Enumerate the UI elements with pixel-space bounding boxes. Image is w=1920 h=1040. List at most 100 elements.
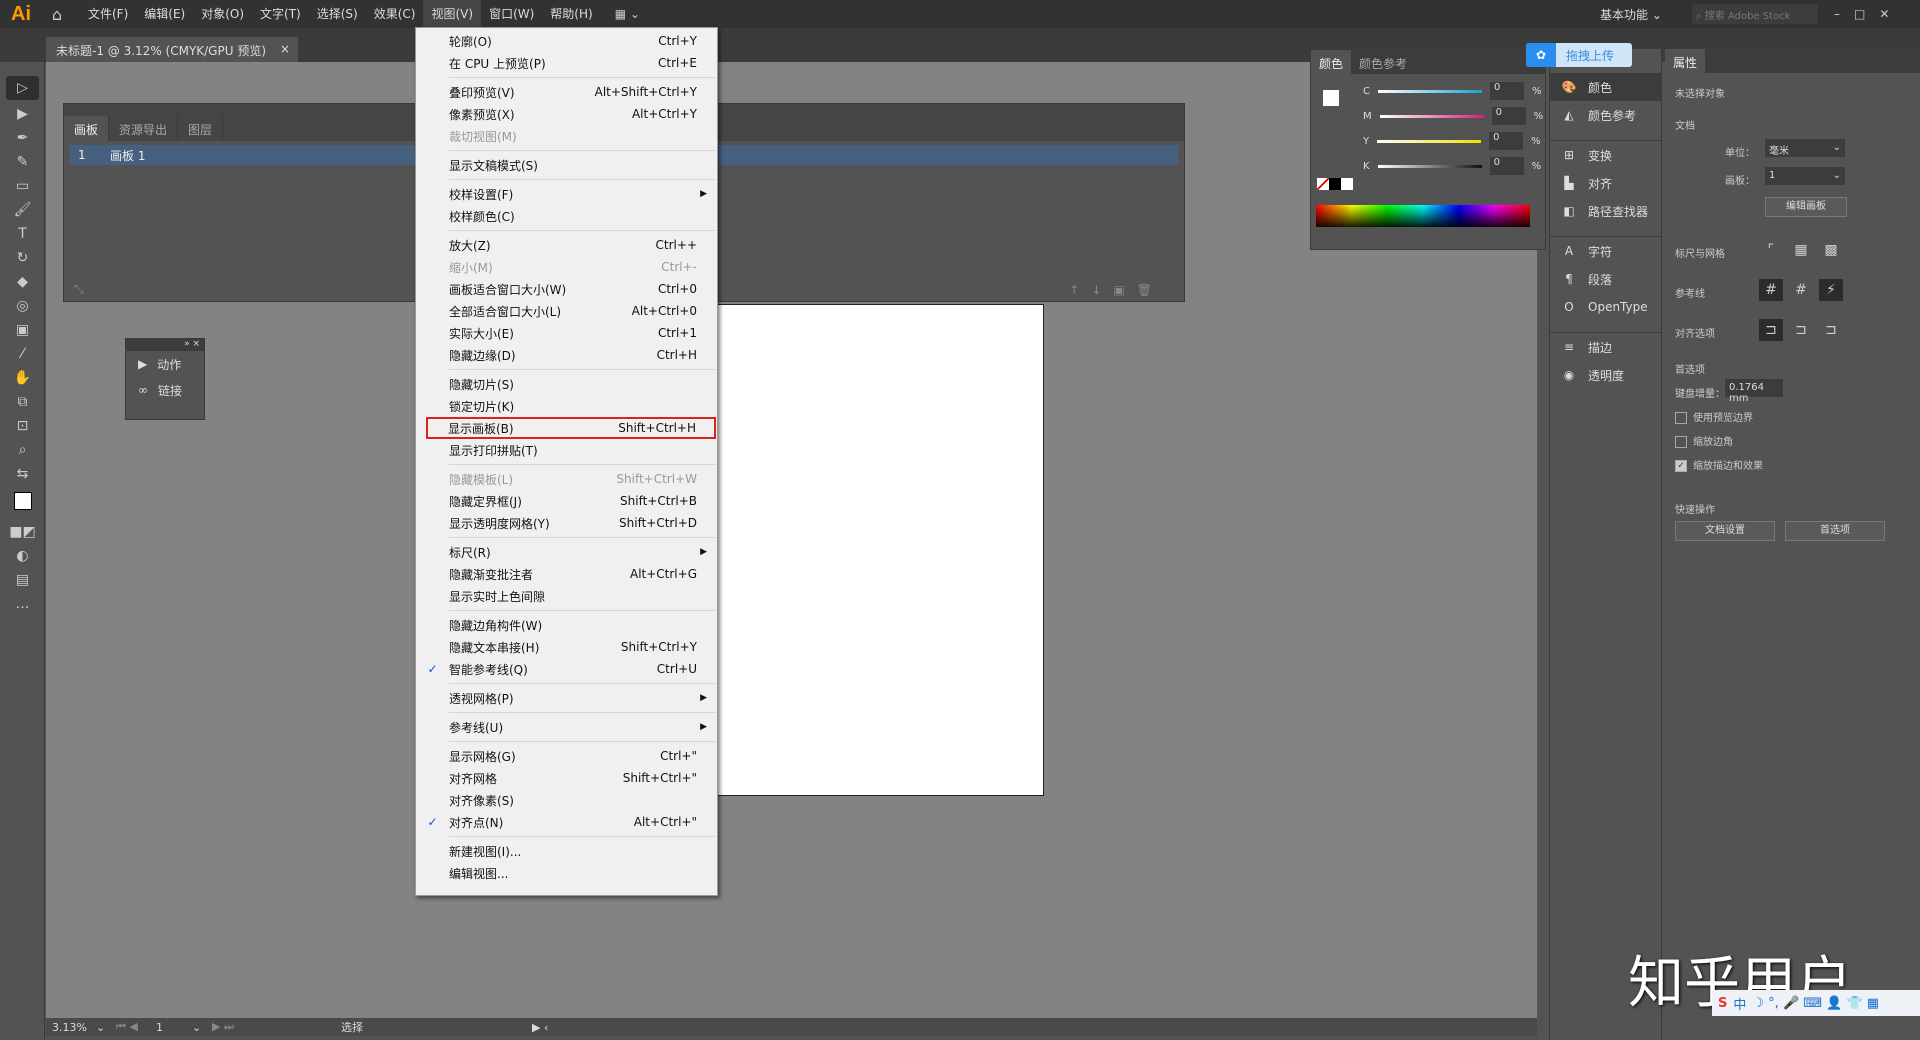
fill-stroke-swap-icon[interactable]: ⇆ xyxy=(0,462,45,486)
upload-badge[interactable]: ✿ 拖拽上传 xyxy=(1526,43,1632,67)
menu-item[interactable]: 显示画板(B) Shift+Ctrl+H xyxy=(426,417,716,439)
shape-builder-tool-icon[interactable]: ◎ xyxy=(0,294,45,318)
menu-item[interactable]: 校样设置(F) ▶ xyxy=(416,183,717,205)
menu-item[interactable]: 透视网格(P) ▶ xyxy=(416,687,717,709)
puppet-warp-tool-icon[interactable]: ✋ xyxy=(0,366,45,390)
menu-3[interactable]: 文字(T) xyxy=(252,0,309,28)
new-artboard-icon[interactable]: ▣ xyxy=(1113,283,1136,297)
menu-item[interactable]: 隐藏边角构件(W) xyxy=(416,614,717,636)
menu-item[interactable]: 显示实时上色间隙 xyxy=(416,585,717,607)
panel-palette[interactable]: 🎨 颜色 xyxy=(1550,73,1661,101)
channel-slider[interactable] xyxy=(1379,114,1484,118)
channel-value-input[interactable]: 0 xyxy=(1489,157,1524,175)
close-icon[interactable]: ✕ xyxy=(1879,7,1903,21)
artboard-nav-prev-icon[interactable]: ⏮ ◀ xyxy=(116,1020,156,1034)
lock-guides-icon[interactable]: # xyxy=(1789,279,1813,301)
snap-to-pixel-icon[interactable]: ⊐ xyxy=(1819,319,1843,341)
menu-5[interactable]: 效果(C) xyxy=(366,0,424,28)
menu-item[interactable]: 参考线(U) ▶ xyxy=(416,716,717,738)
edit-artboard-button[interactable]: 编辑画板 xyxy=(1765,197,1847,217)
menu-item[interactable]: 显示透明度网格(Y) Shift+Ctrl+D xyxy=(416,512,717,534)
menu-item[interactable]: 隐藏渐变批注者 Alt+Ctrl+G xyxy=(416,563,717,585)
menu-item[interactable]: 全部适合窗口大小(L) Alt+Ctrl+0 xyxy=(416,300,717,322)
keyboard-increment-input[interactable]: 0.1764 mm xyxy=(1725,379,1783,404)
close-tab-icon[interactable]: × xyxy=(280,42,290,56)
channel-slider[interactable] xyxy=(1377,139,1482,143)
panel-stroke[interactable]: ≡ 描边 xyxy=(1550,333,1661,361)
fill-stroke-swatch[interactable] xyxy=(1319,84,1343,110)
menu-item[interactable]: 叠印预览(V) Alt+Shift+Ctrl+Y xyxy=(416,81,717,103)
menu-item[interactable]: 隐藏定界框(J) Shift+Ctrl+B xyxy=(416,490,717,512)
menu-item[interactable]: 画板适合窗口大小(W) Ctrl+0 xyxy=(416,278,717,300)
tab-0[interactable]: 画板 xyxy=(64,116,110,141)
preferences-button[interactable]: 首选项 xyxy=(1785,521,1885,541)
selection-tool-icon[interactable]: ▷ xyxy=(6,76,39,100)
white-swatch[interactable] xyxy=(1341,178,1353,190)
checkbox-icon[interactable] xyxy=(1675,412,1687,424)
black-swatch[interactable] xyxy=(1329,178,1341,190)
menu-item[interactable]: 隐藏切片(S) xyxy=(416,373,717,395)
menu-4[interactable]: 选择(S) xyxy=(309,0,366,28)
arrange-documents-icon[interactable]: ▦ ⌄ xyxy=(615,7,640,21)
menu-1[interactable]: 编辑(E) xyxy=(136,0,193,28)
menu-item[interactable]: 校样颜色(C) xyxy=(416,205,717,227)
panel-opentype[interactable]: O OpenType xyxy=(1550,293,1661,321)
menu-item[interactable]: 像素预览(X) Alt+Ctrl+Y xyxy=(416,103,717,125)
ime-tools-icon[interactable]: ☽ °, 🎤 ⌨ 👤 👕 ▦ xyxy=(1752,996,1879,1011)
menu-item[interactable]: 新建视图(I)... xyxy=(416,840,717,862)
gradient-tool-icon[interactable]: ▣ xyxy=(0,318,45,342)
status-menu-icon[interactable]: ▶ ‹ xyxy=(532,1021,548,1034)
maximize-icon[interactable]: □ xyxy=(1854,7,1879,21)
zoom-level[interactable]: 3.13% xyxy=(46,1021,96,1034)
unit-select[interactable]: 毫米 ⌄ xyxy=(1765,139,1845,157)
rotate-tool-icon[interactable]: ↻ xyxy=(0,246,45,270)
eraser-tool-icon[interactable]: ◆ xyxy=(0,270,45,294)
menu-item[interactable]: 显示打印拼贴(T) xyxy=(416,439,717,461)
menu-8[interactable]: 帮助(H) xyxy=(542,0,600,28)
menu-item[interactable]: 显示网格(G) Ctrl+" xyxy=(416,745,717,767)
menu-item[interactable]: 隐藏边缘(D) Ctrl+H xyxy=(416,344,717,366)
tab-2[interactable]: 图层 xyxy=(178,116,224,141)
panel-transparency[interactable]: ◉ 透明度 xyxy=(1550,361,1661,389)
curvature-tool-icon[interactable]: ✎ xyxy=(0,150,45,174)
menu-item[interactable]: 隐藏文本串接(H) Shift+Ctrl+Y xyxy=(416,636,717,658)
snap-to-point-icon[interactable]: ⊐ xyxy=(1759,319,1783,341)
pen-tool-icon[interactable]: ✒ xyxy=(0,126,45,150)
type-tool-icon[interactable]: T xyxy=(0,222,45,246)
menu-item[interactable]: 显示文稿模式(S) xyxy=(416,154,717,176)
menu-2[interactable]: 对象(O) xyxy=(193,0,252,28)
eyedropper-tool-icon[interactable]: ⁄ xyxy=(0,342,45,366)
channel-value-input[interactable]: 0 xyxy=(1489,82,1524,100)
rearrange-icon[interactable]: ⤡ xyxy=(74,282,84,297)
move-up-icon[interactable]: ↑ xyxy=(1069,283,1091,297)
tab-color[interactable]: 颜色 xyxy=(1311,50,1352,74)
menu-item[interactable]: 轮廓(O) Ctrl+Y xyxy=(416,30,717,52)
document-setup-button[interactable]: 文档设置 xyxy=(1675,521,1775,541)
transparency-grid-icon[interactable]: ▩ xyxy=(1819,239,1843,261)
color-mode-icon[interactable]: ■◩ xyxy=(0,520,45,544)
menu-item[interactable]: 实际大小(E) Ctrl+1 xyxy=(416,322,717,344)
panel-align[interactable]: ▙ 对齐 xyxy=(1550,169,1661,197)
menu-item[interactable]: 锁定切片(K) xyxy=(416,395,717,417)
paintbrush-tool-icon[interactable]: 🖌 xyxy=(0,198,45,222)
menu-6[interactable]: 视图(V) xyxy=(423,0,482,28)
smart-guides-icon[interactable]: ⚡ xyxy=(1819,279,1843,301)
menu-item[interactable]: 标尺(R) ▶ xyxy=(416,541,717,563)
zoom-dropdown-icon[interactable]: ⌄ xyxy=(96,1021,116,1034)
actions-item[interactable]: ▶ 动作 xyxy=(126,351,204,377)
zoom-tool-icon[interactable]: ⌕ xyxy=(0,438,45,462)
panel-character[interactable]: A 字符 xyxy=(1550,237,1661,265)
ruler-icon[interactable]: ⌜ xyxy=(1759,239,1783,261)
screen-mode-icon[interactable]: ▤ xyxy=(0,568,45,592)
checkbox-icon[interactable] xyxy=(1675,436,1687,448)
snap-to-grid-icon[interactable]: ⊐ xyxy=(1789,319,1813,341)
menu-item[interactable]: 对齐像素(S) xyxy=(416,789,717,811)
show-guides-icon[interactable]: # xyxy=(1759,279,1783,301)
menu-item[interactable]: 放大(Z) Ctrl++ xyxy=(416,234,717,256)
tab-1[interactable]: 资源导出 xyxy=(109,116,179,141)
direct-selection-tool-icon[interactable]: ▶ xyxy=(0,102,45,126)
artboard-select[interactable]: 1 ⌄ xyxy=(1765,167,1845,185)
artboard-tool-icon[interactable]: ⊡ xyxy=(0,414,45,438)
grid-icon[interactable]: ▦ xyxy=(1789,239,1813,261)
fill-stroke-icon[interactable] xyxy=(0,486,45,520)
